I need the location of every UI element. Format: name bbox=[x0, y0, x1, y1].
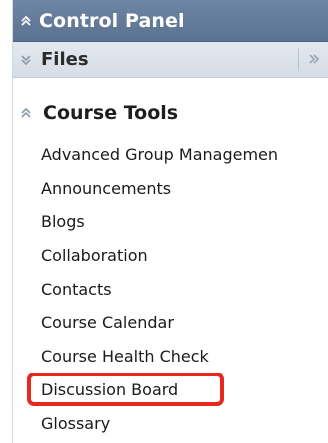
double-chevron-up-icon[interactable] bbox=[19, 15, 33, 27]
course-tool-label[interactable]: Course Calendar bbox=[41, 313, 174, 332]
course-tool-collaboration[interactable]: Collaboration bbox=[13, 239, 328, 273]
files-section-header[interactable]: Files bbox=[13, 42, 328, 78]
course-tool-contacts[interactable]: Contacts bbox=[13, 272, 328, 306]
course-tool-label[interactable]: Advanced Group Managemen bbox=[41, 145, 278, 164]
course-tool-label[interactable]: Discussion Board bbox=[41, 380, 178, 399]
course-tool-glossary[interactable]: Glossary bbox=[13, 407, 328, 441]
course-tool-course-calendar[interactable]: Course Calendar bbox=[13, 306, 328, 340]
course-tool-label[interactable]: Contacts bbox=[41, 280, 112, 299]
course-tool-label[interactable]: Announcements bbox=[41, 179, 171, 198]
course-tool-discussion-board[interactable]: Discussion Board bbox=[13, 373, 328, 407]
double-chevron-down-icon[interactable] bbox=[19, 54, 33, 66]
course-tools-title: Course Tools bbox=[43, 102, 179, 124]
double-chevron-right-icon[interactable] bbox=[305, 50, 323, 68]
control-panel-header[interactable]: Control Panel bbox=[13, 0, 328, 42]
course-tool-advanced-group-management[interactable]: Advanced Group Managemen bbox=[13, 138, 328, 172]
double-chevron-up-icon[interactable] bbox=[19, 107, 33, 119]
files-label: Files bbox=[41, 49, 89, 70]
course-tool-label[interactable]: Blogs bbox=[41, 212, 85, 231]
course-tool-label[interactable]: Course Health Check bbox=[41, 347, 209, 366]
control-panel: Control Panel Files Course Tools Advance… bbox=[12, 0, 328, 443]
course-tools-list: Advanced Group Managemen Announcements B… bbox=[13, 138, 328, 440]
course-tool-announcements[interactable]: Announcements bbox=[13, 172, 328, 206]
course-tool-course-health-check[interactable]: Course Health Check bbox=[13, 340, 328, 374]
course-tools-header[interactable]: Course Tools bbox=[13, 94, 328, 132]
course-tool-label[interactable]: Collaboration bbox=[41, 246, 148, 265]
files-divider bbox=[298, 48, 299, 71]
control-panel-title: Control Panel bbox=[39, 9, 185, 32]
course-tool-label[interactable]: Glossary bbox=[41, 414, 110, 433]
course-tool-blogs[interactable]: Blogs bbox=[13, 205, 328, 239]
